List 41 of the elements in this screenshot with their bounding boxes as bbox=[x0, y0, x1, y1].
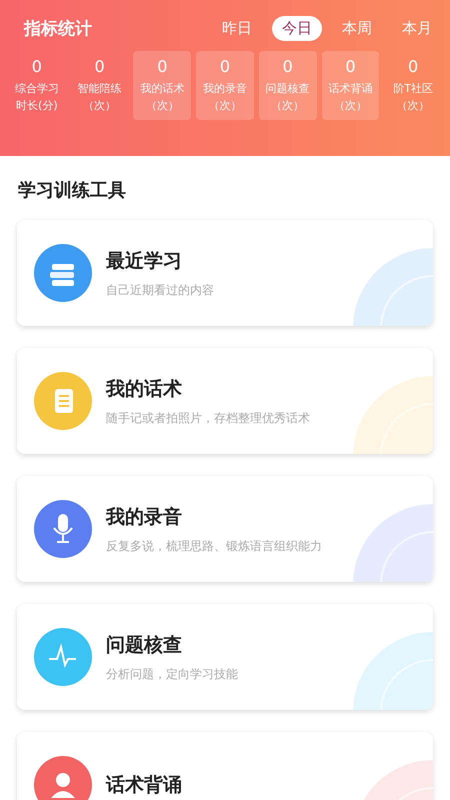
tool-description: 随手记或者拍照片，存档整理优秀话术 bbox=[106, 410, 310, 426]
tool-card[interactable]: 问题核查 分析问题，定向学习技能 bbox=[17, 604, 433, 710]
stat-tile[interactable]: 0 阶T社区（次） bbox=[384, 51, 442, 120]
stat-value: 0 bbox=[220, 57, 230, 76]
stat-value: 0 bbox=[32, 57, 42, 76]
tool-card[interactable]: 话术背诵 bbox=[17, 732, 433, 800]
stat-value: 0 bbox=[157, 57, 168, 76]
tool-title: 话术背诵 bbox=[106, 773, 182, 798]
period-tab[interactable]: 昨日 bbox=[212, 16, 262, 41]
period-tab[interactable]: 本周 bbox=[332, 16, 382, 41]
stat-value: 0 bbox=[408, 57, 418, 76]
tool-title: 最近学习 bbox=[106, 248, 183, 274]
tool-card[interactable]: 我的录音 反复多说，梳理思路、锻炼语言组织能力 bbox=[17, 476, 433, 582]
tool-title: 我的录音 bbox=[106, 504, 183, 530]
section-title: 学习训练工具 bbox=[18, 179, 127, 202]
tool-title: 我的话术 bbox=[106, 376, 183, 402]
stat-label: 我的录音（次） bbox=[202, 81, 248, 114]
stat-label: 阶T社区（次） bbox=[392, 81, 434, 114]
tool-title: 问题核查 bbox=[106, 632, 183, 658]
stat-value: 0 bbox=[94, 57, 105, 76]
tool-card[interactable]: 我的话术 随手记或者拍照片，存档整理优秀话术 bbox=[17, 348, 433, 454]
stat-tile[interactable]: 0 话术背诵（次） bbox=[322, 51, 380, 120]
stat-label: 问题核查（次） bbox=[264, 81, 311, 114]
period-tab[interactable]: 本月 bbox=[392, 16, 442, 41]
period-tab[interactable]: 今日 bbox=[272, 16, 322, 41]
stat-label: 话术背诵（次） bbox=[327, 81, 374, 114]
stat-label: 智能陪练（次） bbox=[76, 81, 123, 114]
tool-card[interactable]: 最近学习 自己近期看过的内容 bbox=[17, 220, 433, 326]
tool-description: 反复多说，梳理思路、锻炼语言组织能力 bbox=[106, 538, 322, 554]
stat-label: 综合学习时长(分) bbox=[14, 81, 60, 114]
stat-value: 0 bbox=[345, 57, 356, 76]
stat-tile[interactable]: 0 问题核查（次） bbox=[258, 51, 317, 120]
stat-tile[interactable]: 0 智能陪练（次） bbox=[70, 51, 128, 120]
tool-description: 自己近期看过的内容 bbox=[106, 282, 214, 298]
stat-tile[interactable]: 0 我的录音（次） bbox=[196, 51, 254, 120]
stat-tile[interactable]: 0 我的话术（次） bbox=[133, 51, 192, 120]
tool-description: 分析问题，定向学习技能 bbox=[106, 666, 238, 682]
stat-label: 我的话术（次） bbox=[139, 81, 186, 114]
header-title: 指标统计 bbox=[24, 18, 92, 40]
stat-value: 0 bbox=[282, 57, 293, 76]
stat-tile[interactable]: 0 综合学习时长(分) bbox=[8, 51, 66, 120]
